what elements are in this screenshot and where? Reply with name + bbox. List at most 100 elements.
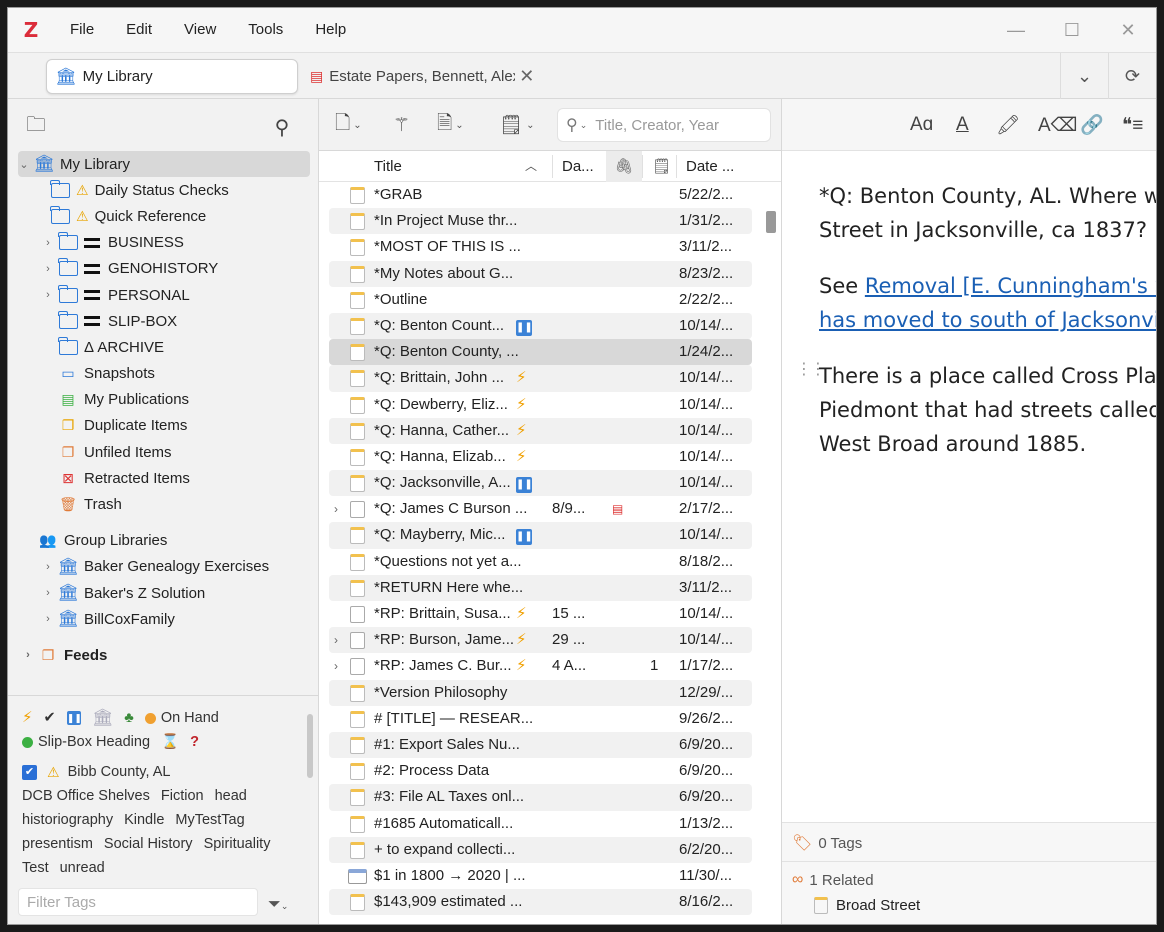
item-row[interactable]: *Q: Benton Count... ❚❚ 10/14/... [329, 312, 752, 340]
item-row[interactable]: #3: File AL Taxes onl... 6/9/20... [329, 784, 752, 811]
note-link[interactable]: Removal [E. Cunningham's Sad [865, 274, 1156, 298]
magic-wand-button[interactable]: ⚚ [393, 111, 410, 139]
tag-item[interactable]: Spirituality [204, 832, 271, 856]
tag-item[interactable]: head [215, 784, 247, 808]
group-bakers-z-solution[interactable]: › 🏛 Baker's Z Solution [8, 580, 318, 606]
text-color-icon[interactable]: A [956, 112, 969, 138]
item-row[interactable]: *GRAB 5/22/2... [319, 182, 762, 208]
sort-ascending-icon[interactable]: ︿ [525, 151, 537, 182]
maximize-icon[interactable]: ☐ [1044, 8, 1100, 52]
chevron-right-icon[interactable]: › [22, 649, 34, 661]
item-row[interactable]: › *RP: James C. Bur... ⚡ 4 A... 1 1/17/2... [319, 653, 762, 679]
tag-hourglass-icon[interactable]: ⌛ [161, 730, 179, 754]
item-row[interactable]: *RETURN Here whe... 3/11/2... [329, 574, 752, 601]
collection-unfiled-items[interactable]: ❐ Unfiled Items [8, 439, 318, 465]
item-row[interactable]: *Q: Benton County, ... 1/24/2... [329, 339, 752, 366]
text-size-icon[interactable]: Aɑ [910, 112, 933, 138]
item-row[interactable]: *Version Philosophy 12/29/... [329, 679, 752, 706]
group-billcoxfamily[interactable]: › 🏛 BillCoxFamily [8, 606, 318, 632]
collection-my-library[interactable]: ⌄ 🏛 My Library [18, 151, 310, 178]
chevron-down-icon[interactable]: ⌄ [18, 158, 30, 171]
search-input[interactable]: ⚲ ⌄ Title, Creator, Year [557, 108, 771, 142]
column-date-modified[interactable]: Date ... [686, 151, 734, 182]
tag-item[interactable]: historiography [22, 808, 113, 832]
menu-file[interactable]: File [54, 8, 110, 52]
related-item[interactable]: Broad Street [814, 897, 920, 914]
group-baker-genealogy[interactable]: › 🏛 Baker Genealogy Exercises [8, 554, 318, 580]
menu-tools[interactable]: Tools [232, 8, 299, 52]
item-row[interactable]: # [TITLE] — RESEAR... 9/26/2... [319, 706, 762, 732]
filter-icon[interactable]: ⏷⌄ [268, 896, 288, 914]
tag-question-icon[interactable]: ? [190, 730, 199, 754]
chevron-right-icon[interactable]: › [42, 613, 54, 625]
collection-archive[interactable]: Δ ARCHIVE [8, 334, 318, 360]
tab-pdf-reader[interactable]: ▤ Estate Papers, Bennett, Alexander ✕ [308, 59, 548, 94]
item-row[interactable]: *Q: Hanna, Cather... ⚡ 10/14/... [329, 417, 752, 444]
tag-library-icon[interactable]: 🏛 [92, 706, 114, 730]
tag-check-icon[interactable]: ✔ [44, 706, 56, 730]
collection-trash[interactable]: 🗑 Trash [8, 491, 318, 517]
tag-item[interactable]: MyTestTag [175, 808, 244, 832]
tags-row[interactable]: 🏷 0 Tags [792, 833, 862, 853]
checkbox-icon[interactable]: ✔ [22, 764, 37, 780]
chevron-right-icon[interactable]: › [42, 587, 54, 599]
tab-my-library[interactable]: 🏛 My Library [46, 59, 298, 94]
items-scrollbar[interactable] [766, 211, 776, 233]
chevron-down-icon[interactable]: ⌄ [580, 120, 588, 131]
collection-quick-reference[interactable]: ⚠ Quick Reference [8, 203, 318, 229]
pdf-attachment-icon[interactable]: ▤ [612, 496, 623, 522]
note-link[interactable]: has moved to south of Jacksonville [819, 308, 1156, 332]
item-row[interactable]: + to expand collecti... 6/2/20... [329, 836, 752, 863]
tag-item[interactable]: DCB Office Shelves [22, 784, 150, 808]
collection-duplicate-items[interactable]: ❐ Duplicate Items [8, 413, 318, 439]
item-row[interactable]: › *Q: James C Burson ... 8/9... ▤ 2/17/2... [319, 496, 762, 522]
column-title[interactable]: Title [374, 151, 402, 182]
close-icon[interactable]: ✕ [1100, 8, 1156, 52]
item-row[interactable]: $1 in 1800 → 2020 | ... 11/30/... [319, 863, 762, 889]
collection-retracted-items[interactable]: ⊠ Retracted Items [8, 465, 318, 491]
collection-snapshots[interactable]: ▭ Snapshots [8, 361, 318, 387]
filter-tags-input[interactable]: Filter Tags [18, 888, 258, 916]
new-collection-icon[interactable]: 🗀 [22, 113, 50, 141]
tag-item[interactable]: unread [60, 856, 105, 880]
new-item-button[interactable]: 🗋 ⌄ [335, 111, 362, 139]
tag-item[interactable]: Social History [104, 832, 193, 856]
item-row[interactable]: *Q: Dewberry, Eliz... ⚡ 10/14/... [319, 392, 762, 418]
item-row[interactable]: #2: Process Data 6/9/20... [319, 758, 762, 784]
chevron-right-icon[interactable]: › [42, 289, 54, 301]
tag-bolt-icon[interactable]: ⚡ [22, 706, 33, 730]
chevron-right-icon[interactable]: › [42, 561, 54, 573]
link-icon[interactable]: 🔗 [1080, 112, 1104, 138]
feeds-header[interactable]: › ❐ Feeds [8, 642, 318, 668]
collection-genohistory[interactable]: › GENOHISTORY [8, 256, 318, 282]
item-row[interactable]: #1: Export Sales Nu... 6/9/20... [329, 731, 752, 759]
item-row[interactable]: *MOST OF THIS IS ... 3/11/2... [319, 234, 762, 260]
attachment-column-icon[interactable]: 🖇 [606, 151, 642, 182]
tag-slip-box-heading[interactable]: Slip-Box Heading [22, 730, 150, 754]
tag-item[interactable]: Kindle [124, 808, 164, 832]
item-row[interactable]: $143,909 estimated ... 8/16/2... [329, 889, 752, 916]
item-row[interactable]: *Outline 2/22/2... [319, 287, 762, 313]
item-row[interactable]: *My Notes about G... 8/23/2... [329, 260, 752, 287]
menu-edit[interactable]: Edit [110, 8, 168, 52]
cite-icon[interactable]: ❝≡ [1122, 112, 1143, 138]
search-icon[interactable]: ⚲ [268, 113, 296, 141]
collection-daily-status-checks[interactable]: ⚠ Daily Status Checks [8, 177, 318, 203]
chevron-right-icon[interactable]: › [42, 263, 54, 275]
related-row[interactable]: ∞ 1 Related [792, 871, 874, 889]
item-row[interactable]: › *RP: Burson, Jame... ⚡ 29 ... 10/14/... [329, 627, 752, 654]
tag-bibb-county[interactable]: Bibb County, AL [68, 760, 171, 784]
item-row[interactable]: *Q: Mayberry, Mic... ❚❚ 10/14/... [329, 522, 752, 549]
chevron-right-icon[interactable]: › [334, 653, 338, 679]
chevron-down-icon[interactable]: ⌄ [1060, 53, 1108, 100]
item-row[interactable]: *In Project Muse thr... 1/31/2... [329, 208, 752, 235]
collection-business[interactable]: › BUSINESS [8, 230, 318, 256]
column-date[interactable]: Da... [562, 151, 594, 182]
item-row[interactable]: *Q: Jacksonville, A... ❚❚ 10/14/... [329, 470, 752, 497]
clear-formatting-icon[interactable]: A⌫ [1038, 112, 1078, 138]
collection-personal[interactable]: › PERSONAL [8, 282, 318, 308]
item-row[interactable]: *Questions not yet a... 8/18/2... [319, 549, 762, 575]
item-row[interactable]: *Q: Hanna, Elizab... ⚡ 10/14/... [319, 444, 762, 470]
collection-slip-box[interactable]: SLIP-BOX [8, 308, 318, 334]
tag-item[interactable]: presentism [22, 832, 93, 856]
